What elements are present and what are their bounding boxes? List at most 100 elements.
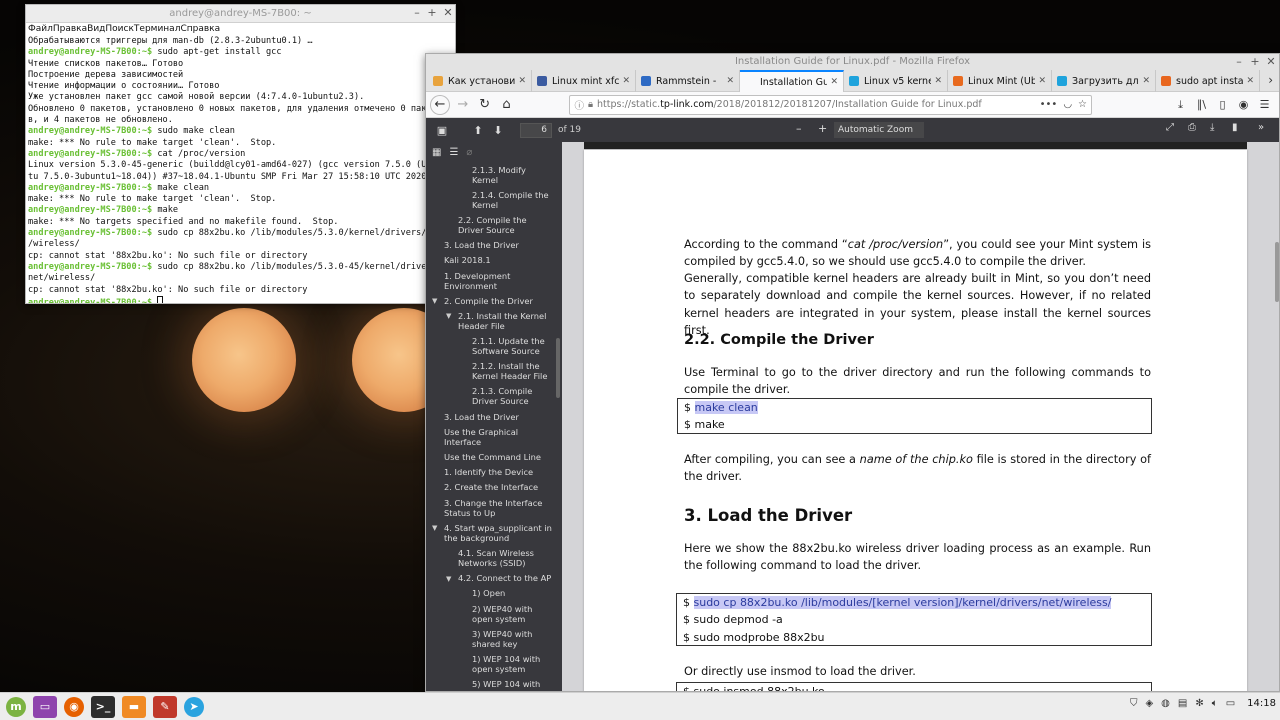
close-icon[interactable]: ✕ — [1264, 55, 1278, 68]
tab-close-icon[interactable]: ✕ — [934, 76, 942, 86]
bluetooth-icon[interactable]: ✻ — [1195, 698, 1203, 709]
tab-3[interactable]: Installation Guide f✕ — [740, 70, 844, 92]
close-icon[interactable]: ✕ — [441, 6, 455, 20]
firefox-titlebar[interactable]: Installation Guide for Linux.pdf - Mozil… — [426, 54, 1279, 70]
forward-button[interactable]: → — [452, 94, 474, 116]
workspace-icon[interactable]: ▭ — [33, 695, 57, 718]
terminal-icon[interactable]: >_ — [91, 695, 115, 718]
download-pdf-icon[interactable]: ⤓ — [1210, 122, 1214, 133]
tab-1[interactable]: Linux mint xfce ✕ — [532, 70, 636, 92]
outline-item[interactable]: ▼ 2.1. Install the Kernel Header File — [426, 308, 562, 333]
reload-button[interactable]: ↻ — [474, 94, 496, 116]
battery-icon[interactable]: ▭ — [1226, 698, 1235, 709]
outline-item[interactable]: 2.1.4. Compile the Kernel — [426, 187, 562, 212]
sidebar-scrollbar[interactable] — [556, 338, 560, 398]
info-icon[interactable]: ⓘ — [574, 98, 584, 112]
menu-view[interactable]: Вид — [87, 24, 105, 34]
maximize-icon[interactable]: + — [425, 6, 439, 20]
url-text[interactable]: https://static.tp-link.com/2018/201812/2… — [597, 99, 1034, 110]
terminal-output[interactable]: Обрабатываются триггеры для man-db (2.8.… — [26, 36, 455, 303]
outline-item[interactable]: 2.1.2. Install the Kernel Header File — [426, 359, 562, 384]
viewer-scrollbar[interactable] — [1275, 242, 1279, 302]
outline-toggle-icon[interactable]: ▼ — [432, 523, 437, 533]
minimize-icon[interactable]: – — [1232, 55, 1246, 68]
back-button[interactable]: ← — [430, 94, 450, 115]
outline-item[interactable]: 1) Open — [426, 586, 562, 601]
files-icon[interactable]: ▬ — [122, 695, 146, 718]
previous-page-icon[interactable]: ⬆ — [468, 124, 488, 137]
bookmark-star-icon[interactable]: ☆ — [1078, 99, 1087, 110]
zoom-out-icon[interactable]: – — [796, 122, 802, 135]
outline-item[interactable]: 2.1.3. Compile Driver Source — [426, 384, 562, 409]
thumbnails-icon[interactable]: ▦ — [432, 147, 441, 158]
tab-close-icon[interactable]: ✕ — [518, 76, 526, 86]
tab-2[interactable]: Rammstein - ✕ — [636, 70, 740, 92]
outline-toggle-icon[interactable]: ▼ — [432, 296, 437, 306]
outline-toggle-icon[interactable]: ▼ — [446, 311, 451, 321]
outline-item[interactable]: 3. Load the Driver — [426, 238, 562, 253]
outline-item[interactable]: Kali 2018.1 — [426, 253, 562, 268]
outline-item[interactable]: 1. Identify the Device — [426, 465, 562, 480]
page-number-input[interactable]: 6 — [520, 122, 552, 138]
menu-edit[interactable]: Правка — [53, 24, 87, 34]
zoom-select[interactable]: Automatic Zoom — [834, 122, 924, 138]
tab-close-icon[interactable]: ✕ — [1246, 76, 1254, 86]
account-icon[interactable]: ◉ — [1233, 94, 1254, 116]
mint-menu-icon[interactable]: m — [6, 696, 26, 717]
tab-0[interactable]: Как установить✕ — [428, 70, 532, 92]
outline-item[interactable]: 2.2. Compile the Driver Source — [426, 212, 562, 237]
terminal-window[interactable]: andrey@andrey-MS-7B00: ~ – + ✕ ФайлПравк… — [25, 4, 456, 304]
outline-item[interactable]: 3. Change the Interface Status to Up — [426, 495, 562, 520]
print-icon[interactable]: ⎙ — [1188, 122, 1196, 133]
maximize-icon[interactable]: + — [1248, 55, 1262, 68]
minimize-icon[interactable]: – — [410, 6, 424, 20]
outline-item[interactable]: 2) WEP40 with open system — [426, 601, 562, 626]
outline-item[interactable]: 4.1. Scan Wireless Networks (SSID) — [426, 545, 562, 570]
url-bar[interactable]: ⓘ 🔒︎ https://static.tp-link.com/2018/201… — [569, 94, 1093, 115]
attachments-icon[interactable]: ⌀ — [466, 147, 472, 158]
clock[interactable]: 14:18 — [1247, 698, 1276, 709]
outline-item[interactable]: 2.1.3. Modify Kernel — [426, 162, 562, 187]
tab-7[interactable]: sudo apt install ✕ — [1156, 70, 1260, 92]
terminal-titlebar[interactable]: andrey@andrey-MS-7B00: ~ – + ✕ — [26, 5, 455, 23]
outline-item[interactable]: Use the Command Line — [426, 449, 562, 464]
tab-4[interactable]: Linux v5 kernel ✕ — [844, 70, 948, 92]
menu-file[interactable]: Файл — [28, 24, 53, 34]
hamburger-menu-icon[interactable]: ☰ — [1254, 94, 1275, 116]
tab-close-icon[interactable]: ✕ — [726, 76, 734, 86]
tools-icon[interactable]: » — [1258, 122, 1264, 133]
menu-help[interactable]: Справка — [180, 24, 220, 34]
lock-icon[interactable]: 🔒︎ — [588, 99, 593, 110]
settings-icon[interactable]: ✎ — [153, 695, 177, 718]
outline-item[interactable]: ▼ 4.2. Connect to the AP — [426, 571, 562, 586]
tab-close-icon[interactable]: ✕ — [1142, 76, 1150, 86]
downloads-icon[interactable]: ⤓ — [1170, 94, 1191, 116]
outline-item[interactable]: Use the Graphical Interface — [426, 424, 562, 449]
presentation-mode-icon[interactable]: ⤢ — [1166, 122, 1174, 133]
telegram-icon[interactable]: ➤ — [184, 696, 204, 717]
language-flag-icon[interactable]: ▤ — [1178, 698, 1187, 709]
toggle-sidebar-icon[interactable]: ▣ — [432, 124, 452, 137]
outline-item[interactable]: ▼ 2. Compile the Driver — [426, 293, 562, 308]
next-page-icon[interactable]: ⬇ — [488, 124, 508, 137]
outline-item[interactable]: 1) WEP 104 with open system — [426, 651, 562, 676]
zoom-in-icon[interactable]: + — [818, 122, 827, 135]
home-button[interactable]: ⌂ — [496, 94, 518, 116]
tab-5[interactable]: Linux Mint (Ubu ✕ — [948, 70, 1052, 92]
tab-6[interactable]: Загрузить для ✕ — [1052, 70, 1156, 92]
firefox-window[interactable]: Installation Guide for Linux.pdf - Mozil… — [425, 53, 1280, 692]
menu-terminal[interactable]: Терминал — [134, 24, 181, 34]
sidebar-icon[interactable]: ▯ — [1212, 94, 1233, 116]
tab-close-icon[interactable]: ✕ — [622, 76, 630, 86]
outline-item[interactable]: 3) WEP40 with shared key — [426, 626, 562, 651]
library-icon[interactable]: ∥\ — [1191, 94, 1212, 116]
volume-icon[interactable]: 🔈︎ — [1212, 698, 1218, 709]
network-icon[interactable]: ◈ — [1145, 698, 1153, 709]
tab-overflow-icon[interactable]: › — [1268, 73, 1273, 87]
outline-toggle-icon[interactable]: ▼ — [446, 574, 451, 584]
outline-icon[interactable]: ☰ — [449, 147, 458, 158]
pocket-icon[interactable]: ◡ — [1063, 99, 1072, 110]
shield-icon[interactable]: ◍ — [1161, 698, 1170, 709]
menu-search[interactable]: Поиск — [105, 24, 134, 34]
outline-item[interactable]: 5) WEP 104 with — [426, 677, 562, 692]
